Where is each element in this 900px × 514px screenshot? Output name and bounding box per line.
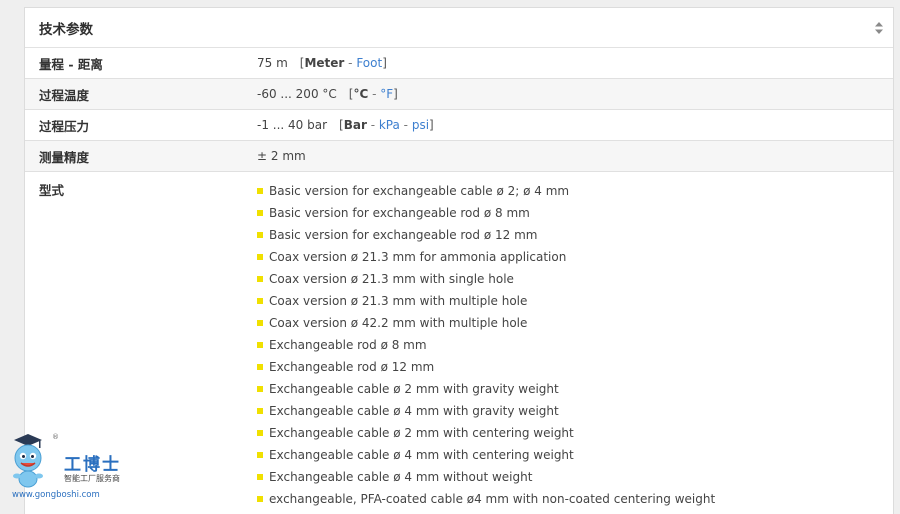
brand-tagline: 智能工厂服务商 <box>64 474 120 483</box>
sort-toggle-icon[interactable] <box>873 20 885 36</box>
list-item: Exchangeable cable ø 2 mm with gravity w… <box>257 378 715 400</box>
bullet-icon <box>257 430 263 436</box>
unit-sep: - <box>368 87 381 101</box>
unit-link-fahrenheit[interactable]: °F <box>380 87 393 101</box>
brand-url: www.gongboshi.com <box>12 490 100 500</box>
list-item: Exchangeable rod ø 12 mm <box>257 356 715 378</box>
param-value-text: -1 ... 40 bar <box>257 118 328 132</box>
list-item-text: Exchangeable cable ø 4 mm without weight <box>269 470 533 484</box>
bullet-icon <box>257 364 263 370</box>
list-item: Coax version ø 21.3 mm with single hole <box>257 268 715 290</box>
bullet-icon <box>257 386 263 392</box>
list-item: Exchangeable cable ø 4 mm with centering… <box>257 444 715 466</box>
unit-switcher: [Meter - Foot] <box>300 56 387 70</box>
param-value: ± 2 mm <box>257 149 306 163</box>
panel-header[interactable]: 技术参数 <box>25 8 893 48</box>
list-item: Basic version for exchangeable rod ø 12 … <box>257 224 715 246</box>
bullet-icon <box>257 232 263 238</box>
list-item: exchangeable, PFA-coated cable ø4 mm wit… <box>257 488 715 510</box>
type-list: Basic version for exchangeable cable ø 2… <box>257 180 715 510</box>
param-row-types: 型式 Basic version for exchangeable cable … <box>25 172 893 508</box>
list-item-text: exchangeable, PFA-coated cable ø4 mm wit… <box>269 492 716 506</box>
param-label: 型式 <box>39 183 65 198</box>
param-label: 过程温度 <box>39 87 90 103</box>
unit-bracket: ] <box>382 56 387 70</box>
param-label: 过程压力 <box>39 118 90 134</box>
list-item-text: Basic version for exchangeable rod ø 8 m… <box>269 206 530 220</box>
bullet-icon <box>257 210 263 216</box>
unit-sep: - <box>366 118 379 132</box>
list-item-text: Exchangeable cable ø 2 mm with gravity w… <box>269 382 559 396</box>
param-row-temperature: 过程温度 -60 ... 200 °C [°C - °F] <box>25 79 893 110</box>
list-item: Exchangeable cable ø 2 mm with centering… <box>257 422 715 444</box>
unit-link-foot[interactable]: Foot <box>356 56 382 70</box>
list-item-text: Coax version ø 21.3 mm with single hole <box>269 272 514 286</box>
bullet-icon <box>257 188 263 194</box>
param-label: 量程 - 距离 <box>39 56 103 72</box>
unit-link-psi[interactable]: psi <box>412 118 429 132</box>
unit-active: Bar <box>343 118 367 132</box>
list-item-text: Basic version for exchangeable rod ø 12 … <box>269 228 538 242</box>
list-item-text: Coax version ø 21.3 mm with multiple hol… <box>269 294 528 308</box>
list-item: Coax version ø 42.2 mm with multiple hol… <box>257 312 715 334</box>
panel-title: 技术参数 <box>39 21 93 38</box>
list-item: Coax version ø 21.3 mm with multiple hol… <box>257 290 715 312</box>
list-item: Basic version for exchangeable cable ø 2… <box>257 180 715 202</box>
param-value-text: 75 m <box>257 56 288 70</box>
list-item-text: Coax version ø 21.3 mm for ammonia appli… <box>269 250 567 264</box>
param-row-accuracy: 测量精度 ± 2 mm <box>25 141 893 172</box>
bullet-icon <box>257 342 263 348</box>
unit-bracket: ] <box>393 87 398 101</box>
list-item: Exchangeable cable ø 4 mm without weight <box>257 466 715 488</box>
param-value: -60 ... 200 °C [°C - °F] <box>257 87 398 101</box>
bullet-icon <box>257 254 263 260</box>
unit-sep: - <box>344 56 357 70</box>
list-item-text: Exchangeable cable ø 4 mm with centering… <box>269 448 574 462</box>
param-value: -1 ... 40 bar [Bar - kPa - psi] <box>257 118 434 132</box>
list-item-text: Exchangeable rod ø 8 mm <box>269 338 427 352</box>
list-item-text: Exchangeable rod ø 12 mm <box>269 360 435 374</box>
param-value: 75 m [Meter - Foot] <box>257 56 387 70</box>
unit-switcher: [°C - °F] <box>349 87 398 101</box>
list-item-text: Basic version for exchangeable cable ø 2… <box>269 184 570 198</box>
list-item-text: Exchangeable cable ø 2 mm with centering… <box>269 426 574 440</box>
bullet-icon <box>257 320 263 326</box>
registered-mark: ® <box>52 433 59 441</box>
param-label: 测量精度 <box>39 149 90 165</box>
bullet-icon <box>257 298 263 304</box>
unit-link-kpa[interactable]: kPa <box>379 118 400 132</box>
unit-active: Meter <box>304 56 345 70</box>
param-value-text: -60 ... 200 °C <box>257 87 337 101</box>
bullet-icon <box>257 474 263 480</box>
brand-name: 工博士 <box>64 455 121 475</box>
bullet-icon <box>257 408 263 414</box>
bullet-icon <box>257 452 263 458</box>
param-value-text: ± 2 mm <box>257 149 306 163</box>
unit-active: °C <box>353 87 369 101</box>
unit-sep: - <box>399 118 412 132</box>
list-item: Exchangeable cable ø 4 mm with gravity w… <box>257 400 715 422</box>
list-item: Basic version for exchangeable rod ø 8 m… <box>257 202 715 224</box>
list-item: Exchangeable rod ø 8 mm <box>257 334 715 356</box>
list-item-text: Coax version ø 42.2 mm with multiple hol… <box>269 316 528 330</box>
param-row-range: 量程 - 距离 75 m [Meter - Foot] <box>25 48 893 79</box>
bullet-icon <box>257 276 263 282</box>
list-item: Coax version ø 21.3 mm for ammonia appli… <box>257 246 715 268</box>
unit-switcher: [Bar - kPa - psi] <box>339 118 434 132</box>
bullet-icon <box>257 496 263 502</box>
unit-bracket: ] <box>429 118 434 132</box>
list-item-text: Exchangeable cable ø 4 mm with gravity w… <box>269 404 559 418</box>
technical-parameters-panel: 技术参数 量程 - 距离 75 m [Meter - Foot] 过程温度 -6… <box>24 7 894 514</box>
param-row-pressure: 过程压力 -1 ... 40 bar [Bar - kPa - psi] <box>25 110 893 141</box>
